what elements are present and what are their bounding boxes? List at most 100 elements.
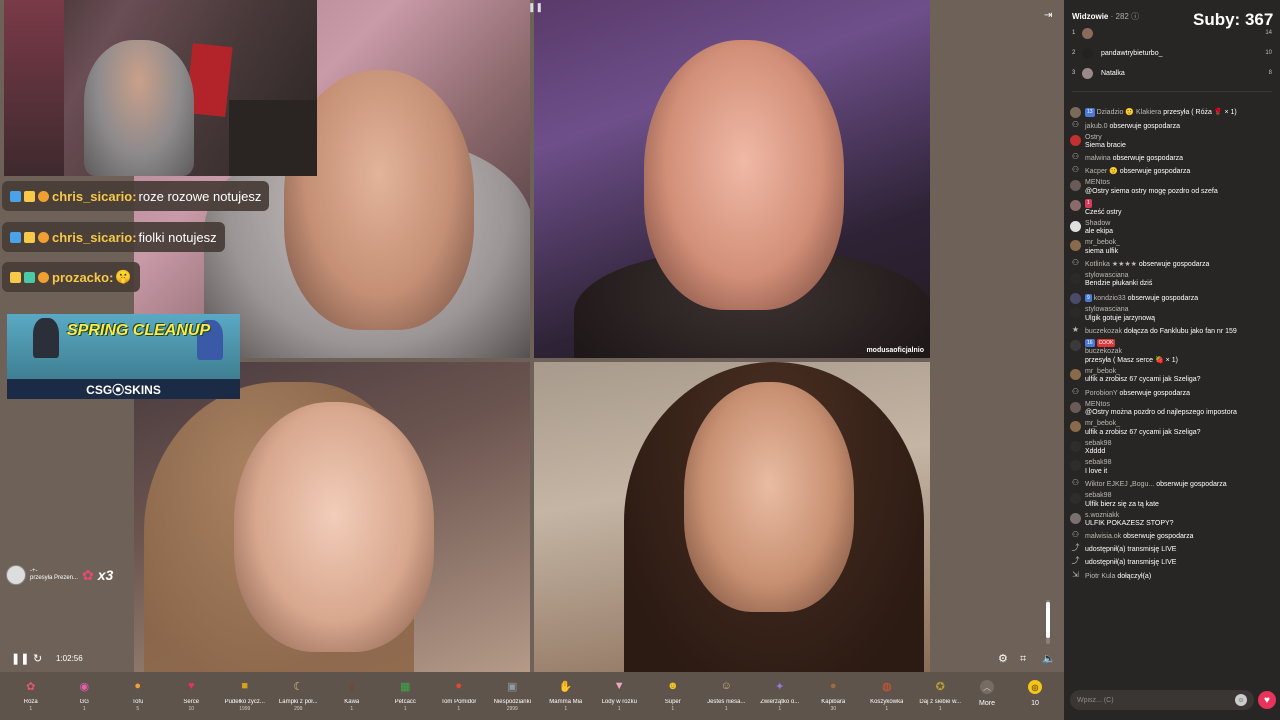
chat-message[interactable]: sebak98 I love it <box>1070 459 1274 476</box>
rose-icon: ✿ <box>26 680 36 693</box>
chat-username[interactable]: Kotlinka ★★★★ <box>1085 261 1137 268</box>
gift-item-tofu[interactable]: ● Tofu 5 <box>111 672 165 720</box>
layout-icon[interactable]: ⌗ <box>1020 652 1026 666</box>
gift-item-heart[interactable]: ♥ Serce 10 <box>165 672 219 720</box>
gift-item-surprise[interactable]: ▣ Niespodzianki 2999 <box>486 672 540 720</box>
chat-username[interactable]: Wiktor EJKEJ „Bogu... <box>1085 481 1154 488</box>
chat-message[interactable]: Shadow ale ekipa <box>1070 220 1274 237</box>
settings-icon[interactable]: ⚙ <box>998 652 1008 666</box>
gift-price: 1 <box>617 706 621 712</box>
chat-message[interactable]: ⚇ malwina obserwuje gospodarza <box>1070 153 1274 164</box>
chat-message[interactable]: ⤴ udostępnił(a) transmisję LIVE <box>1070 544 1274 555</box>
chat-username[interactable]: mr_bebok_ <box>1085 368 1274 377</box>
chat-username[interactable]: buczekozak <box>1085 328 1122 335</box>
gift-item-hand[interactable]: ✋ Mamma Mia 1 <box>539 672 593 720</box>
gift-item-box[interactable]: ■ Pudełko życz... 1999 <box>218 672 272 720</box>
chat-message[interactable]: ⚇ Kotlinka ★★★★ obserwuje gospodarza <box>1070 258 1274 270</box>
collapse-panel-icon[interactable]: ⇥ <box>1044 10 1052 21</box>
chat-username[interactable]: jakub.0 <box>1085 123 1108 130</box>
chat-message[interactable]: 13 Dziadzio 🙂 Klakiera przesyła ( Róża 🌹 … <box>1070 106 1274 118</box>
chat-username[interactable]: Ostry <box>1085 134 1274 143</box>
chat-input[interactable] <box>1077 696 1235 704</box>
chat-message[interactable]: ⚇ Wiktor EJKEJ „Bogu... obserwuje gospoda… <box>1070 478 1274 490</box>
gift-item-capybara[interactable]: ● Kapibara 30 <box>807 672 861 720</box>
chat-username[interactable]: buczekozak <box>1085 348 1274 357</box>
chat-message[interactable]: mr_bebok_ ulfik a zrobisz 67 cycami jak S… <box>1070 368 1274 385</box>
gift-item-coffee[interactable]: ▮ Kawa 1 <box>325 672 379 720</box>
chat-username[interactable]: MENtos <box>1085 401 1274 410</box>
gift-item-icecream[interactable]: ▼ Lody w rożku 1 <box>593 672 647 720</box>
chat-message[interactable]: 1 Cześć ostry <box>1070 199 1274 217</box>
video-tile-bottom-right[interactable] <box>534 362 930 672</box>
chat-message[interactable]: stylowasciana Bendzie płukanki dziś <box>1070 272 1274 289</box>
chat-username[interactable]: mr_bebok_ <box>1085 239 1274 248</box>
gift-item-medal[interactable]: ✪ Daj z siebie w... 1 <box>914 672 968 720</box>
top-viewer-row[interactable]: 1 14 <box>1072 26 1272 40</box>
chat-username[interactable]: malwisia.ok <box>1085 533 1121 540</box>
pause-icon[interactable]: ❚❚ <box>11 652 29 666</box>
chat-username[interactable]: malwina <box>1085 155 1111 162</box>
chat-username[interactable]: Piotr Kula <box>1085 573 1115 580</box>
coin-balance-button[interactable]: ◎ 10 <box>1015 672 1055 707</box>
chat-message[interactable]: ★ buczekozak dołącza do Fanklubu jako fan… <box>1070 325 1274 337</box>
viewers-header[interactable]: Widzowie · 282 ⓘ <box>1072 11 1139 22</box>
chat-message[interactable]: s.wozniakk ULFIK POKAZESZ STOPY? <box>1070 512 1274 529</box>
chat-message[interactable]: 16 COOK buczekozak przesyła ( Masz serce 🍓 … <box>1070 338 1274 366</box>
chat-message[interactable]: 9 kondzio33 obserwuje gospodarza <box>1070 292 1274 304</box>
chat-username[interactable]: s.wozniakk <box>1085 512 1274 521</box>
badge-icon <box>24 271 35 283</box>
chat-message[interactable]: sebak98 Xdddd <box>1070 440 1274 457</box>
chat-message[interactable]: ⚇ PorobionY obserwuje gospodarza <box>1070 387 1274 399</box>
chat-username[interactable]: sebak98 <box>1085 440 1274 449</box>
gift-item-tomato[interactable]: ● Tom Pomidor 1 <box>432 672 486 720</box>
emoji-icon[interactable]: ☺ <box>1235 694 1247 706</box>
gift-item-sunglasses[interactable]: ☻ Super 1 <box>646 672 700 720</box>
gift-item-gg[interactable]: ◉ GG 1 <box>58 672 112 720</box>
gift-item-pet[interactable]: ✦ Zwierzątko o... 1 <box>753 672 807 720</box>
gift-item-lamp[interactable]: ☾ Lampki z pół... 299 <box>272 672 326 720</box>
chat-message[interactable]: Ostry Siema bracie <box>1070 134 1274 151</box>
chat-username[interactable]: MENtos <box>1085 179 1274 188</box>
chat-message[interactable]: mr_bebok_ ulfik a zrobisz 67 cycami jak S… <box>1070 420 1274 437</box>
top-viewer-row[interactable]: 2 pandawtrybieturbo_ 10 <box>1072 46 1272 60</box>
top-viewer-row[interactable]: 3 Natalka 8 <box>1072 66 1272 80</box>
video-tile-top-right[interactable]: modusaoficjalnio <box>534 0 930 358</box>
video-tile-bottom-left[interactable] <box>134 362 530 672</box>
heart-button[interactable]: ♥ <box>1258 691 1276 709</box>
chat-username[interactable]: PorobionY <box>1085 390 1118 397</box>
chat-username[interactable]: Kacper 🙂 <box>1085 168 1118 175</box>
chat-username[interactable]: Dziadzio 🙂 Klakiera <box>1097 109 1162 116</box>
gift-item-face[interactable]: ☺ Jesteś niesa... 1 <box>700 672 754 720</box>
gift-item-basketball[interactable]: ◍ Koszykówka 1 <box>860 672 914 720</box>
chat-message[interactable]: stylowasciana Ulgik gotuje jarzynową <box>1070 306 1274 323</box>
chat-input-box[interactable]: ☺ <box>1070 690 1254 710</box>
volume-slider-thumb[interactable] <box>1046 602 1050 638</box>
chat-username[interactable]: mr_bebok_ <box>1085 420 1274 429</box>
volume-icon[interactable]: 🔈 <box>1042 652 1056 666</box>
gift-item-rose[interactable]: ✿ Róża 1 <box>4 672 58 720</box>
chat-message[interactable]: ⚇ jakub.0 obserwuje gospodarza <box>1070 120 1274 132</box>
chat-username[interactable]: kondzio33 <box>1094 295 1126 302</box>
chat-username[interactable]: stylowasciana <box>1085 306 1274 315</box>
level-badge: 9 <box>1085 293 1092 303</box>
chat-username[interactable]: Shadow <box>1085 220 1274 229</box>
chat-username[interactable]: sebak98 <box>1085 459 1274 468</box>
more-gifts-button[interactable]: ︿ More <box>967 672 1007 707</box>
info-icon[interactable]: ⓘ <box>1131 12 1139 21</box>
chat-message[interactable]: ⚇ Kacper 🙂 obserwuje gospodarza <box>1070 166 1274 177</box>
chat-message[interactable]: ⚇ malwisia.ok obserwuje gospodarza <box>1070 531 1274 542</box>
replay-icon[interactable]: ↻ <box>33 652 42 666</box>
chat-message[interactable]: mr_bebok_ siema ulfik <box>1070 239 1274 256</box>
chat-message[interactable]: MENtos @Ostry można pozdro od najlepszego… <box>1070 401 1274 418</box>
sponsor-banner[interactable]: SPRING CLEANUP CSG⦿SKINS <box>7 314 240 399</box>
chat-username[interactable]: stylowasciana <box>1085 272 1274 281</box>
chat-message[interactable]: sebak98 Ulfik bierz się za tą kate <box>1070 492 1274 509</box>
chat-message-list[interactable]: 13 Dziadzio 🙂 Klakiera przesyła ( Róża 🌹 … <box>1070 106 1274 686</box>
gift-item-creeper[interactable]: ▦ Petcacc 1 <box>379 672 433 720</box>
pause-overlay-icon[interactable]: ❚❚ <box>528 2 543 13</box>
chat-message[interactable]: ⇲ Piotr Kula dołączył(a) <box>1070 570 1274 582</box>
chat-username[interactable]: sebak98 <box>1085 492 1274 501</box>
chat-message[interactable]: ⤴ udostępnił(a) transmisję LIVE <box>1070 557 1274 568</box>
share-icon: ⤴ <box>1071 556 1080 566</box>
chat-message[interactable]: MENtos @Ostry siema ostry mogę pozdro od … <box>1070 179 1274 196</box>
